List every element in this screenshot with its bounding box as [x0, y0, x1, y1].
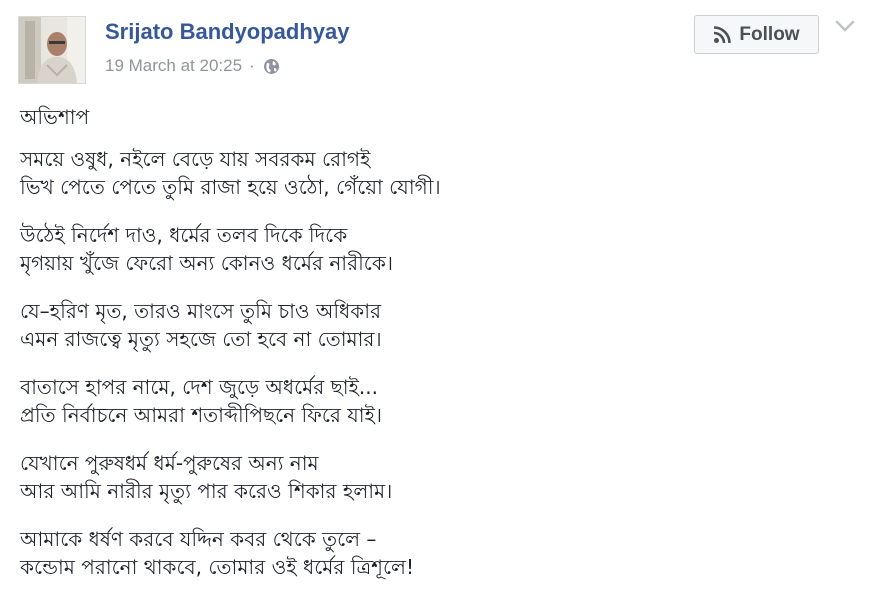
- post-meta: 19 March at 20:25 ·: [105, 56, 280, 76]
- poem-stanza: উঠেই নির্দেশ দাও, ধর্মের তলব দিকে দিকে ম…: [20, 221, 860, 277]
- meta-separator: ·: [249, 56, 255, 75]
- avatar[interactable]: [18, 16, 86, 84]
- poem-line: সময়ে ওষুধ, নইলে বেড়ে যায় সবরকম রোগই: [20, 147, 371, 171]
- poem-line: উঠেই নির্দেশ দাও, ধর্মের তলব দিকে দিকে: [20, 223, 348, 247]
- poem-line: মৃগয়ায় খুঁজে ফেরো অন্য কোনও ধর্মের নার…: [20, 251, 393, 275]
- chevron-down-icon[interactable]: [834, 18, 856, 34]
- poem-line: ভিখ পেতে পেতে তুমি রাজা হয়ে ওঠো, গেঁয়ো…: [20, 175, 441, 199]
- follow-button[interactable]: Follow: [694, 15, 819, 54]
- poem-line: আর আমি নারীর মৃত্যু পার করেও শিকার হলাম।: [20, 479, 393, 503]
- follow-label: Follow: [739, 23, 800, 45]
- poem-stanza: আমাকে ধর্ষণ করবে যদ্দিন কবর থেকে তুলে – …: [20, 525, 860, 581]
- post-timestamp[interactable]: 19 March at 20:25: [105, 56, 242, 76]
- poem-stanza: যে–হরিণ মৃত, তারও মাংসে তুমি চাও অধিকার …: [20, 297, 860, 353]
- poem-title: অভিশাপ: [20, 105, 90, 129]
- author-name[interactable]: Srijato Bandyopadhyay: [105, 19, 350, 45]
- poem-line: প্রতি নির্বাচনে আমরা শতাব্দীপিছনে ফিরে য…: [20, 403, 383, 427]
- poem-line: বাতাসে হাপর নামে, দেশ জুড়ে অধর্মের ছাই.…: [20, 375, 378, 399]
- poem-line: কন্ডোম পরানো থাকবে, তোমার ওই ধর্মের ত্রি…: [20, 555, 414, 579]
- poem-stanza: যেখানে পুরুষধর্ম ধর্ম-পুরুষের অন্য নাম আ…: [20, 449, 860, 505]
- poem-stanza: সময়ে ওষুধ, নইলে বেড়ে যায় সবরকম রোগই ভ…: [20, 145, 860, 201]
- poem-line: যেখানে পুরুষধর্ম ধর্ম-পুরুষের অন্য নাম: [20, 451, 319, 475]
- facebook-post: Srijato Bandyopadhyay 19 March at 20:25 …: [0, 0, 872, 601]
- poem-stanza: বাতাসে হাপর নামে, দেশ জুড়ে অধর্মের ছাই.…: [20, 373, 860, 429]
- rss-icon: [713, 25, 732, 44]
- poem-line: এমন রাজত্বে মৃত্যু সহজে তো হবে না তোমার।: [20, 327, 382, 351]
- poem-line: আমাকে ধর্ষণ করবে যদ্দিন কবর থেকে তুলে –: [20, 527, 377, 551]
- poem-line: যে–হরিণ মৃত, তারও মাংসে তুমি চাও অধিকার: [20, 299, 382, 323]
- post-body: অভিশাপ সময়ে ওষুধ, নইলে বেড়ে যায় সবরকম…: [20, 103, 860, 601]
- globe-icon[interactable]: [263, 58, 280, 75]
